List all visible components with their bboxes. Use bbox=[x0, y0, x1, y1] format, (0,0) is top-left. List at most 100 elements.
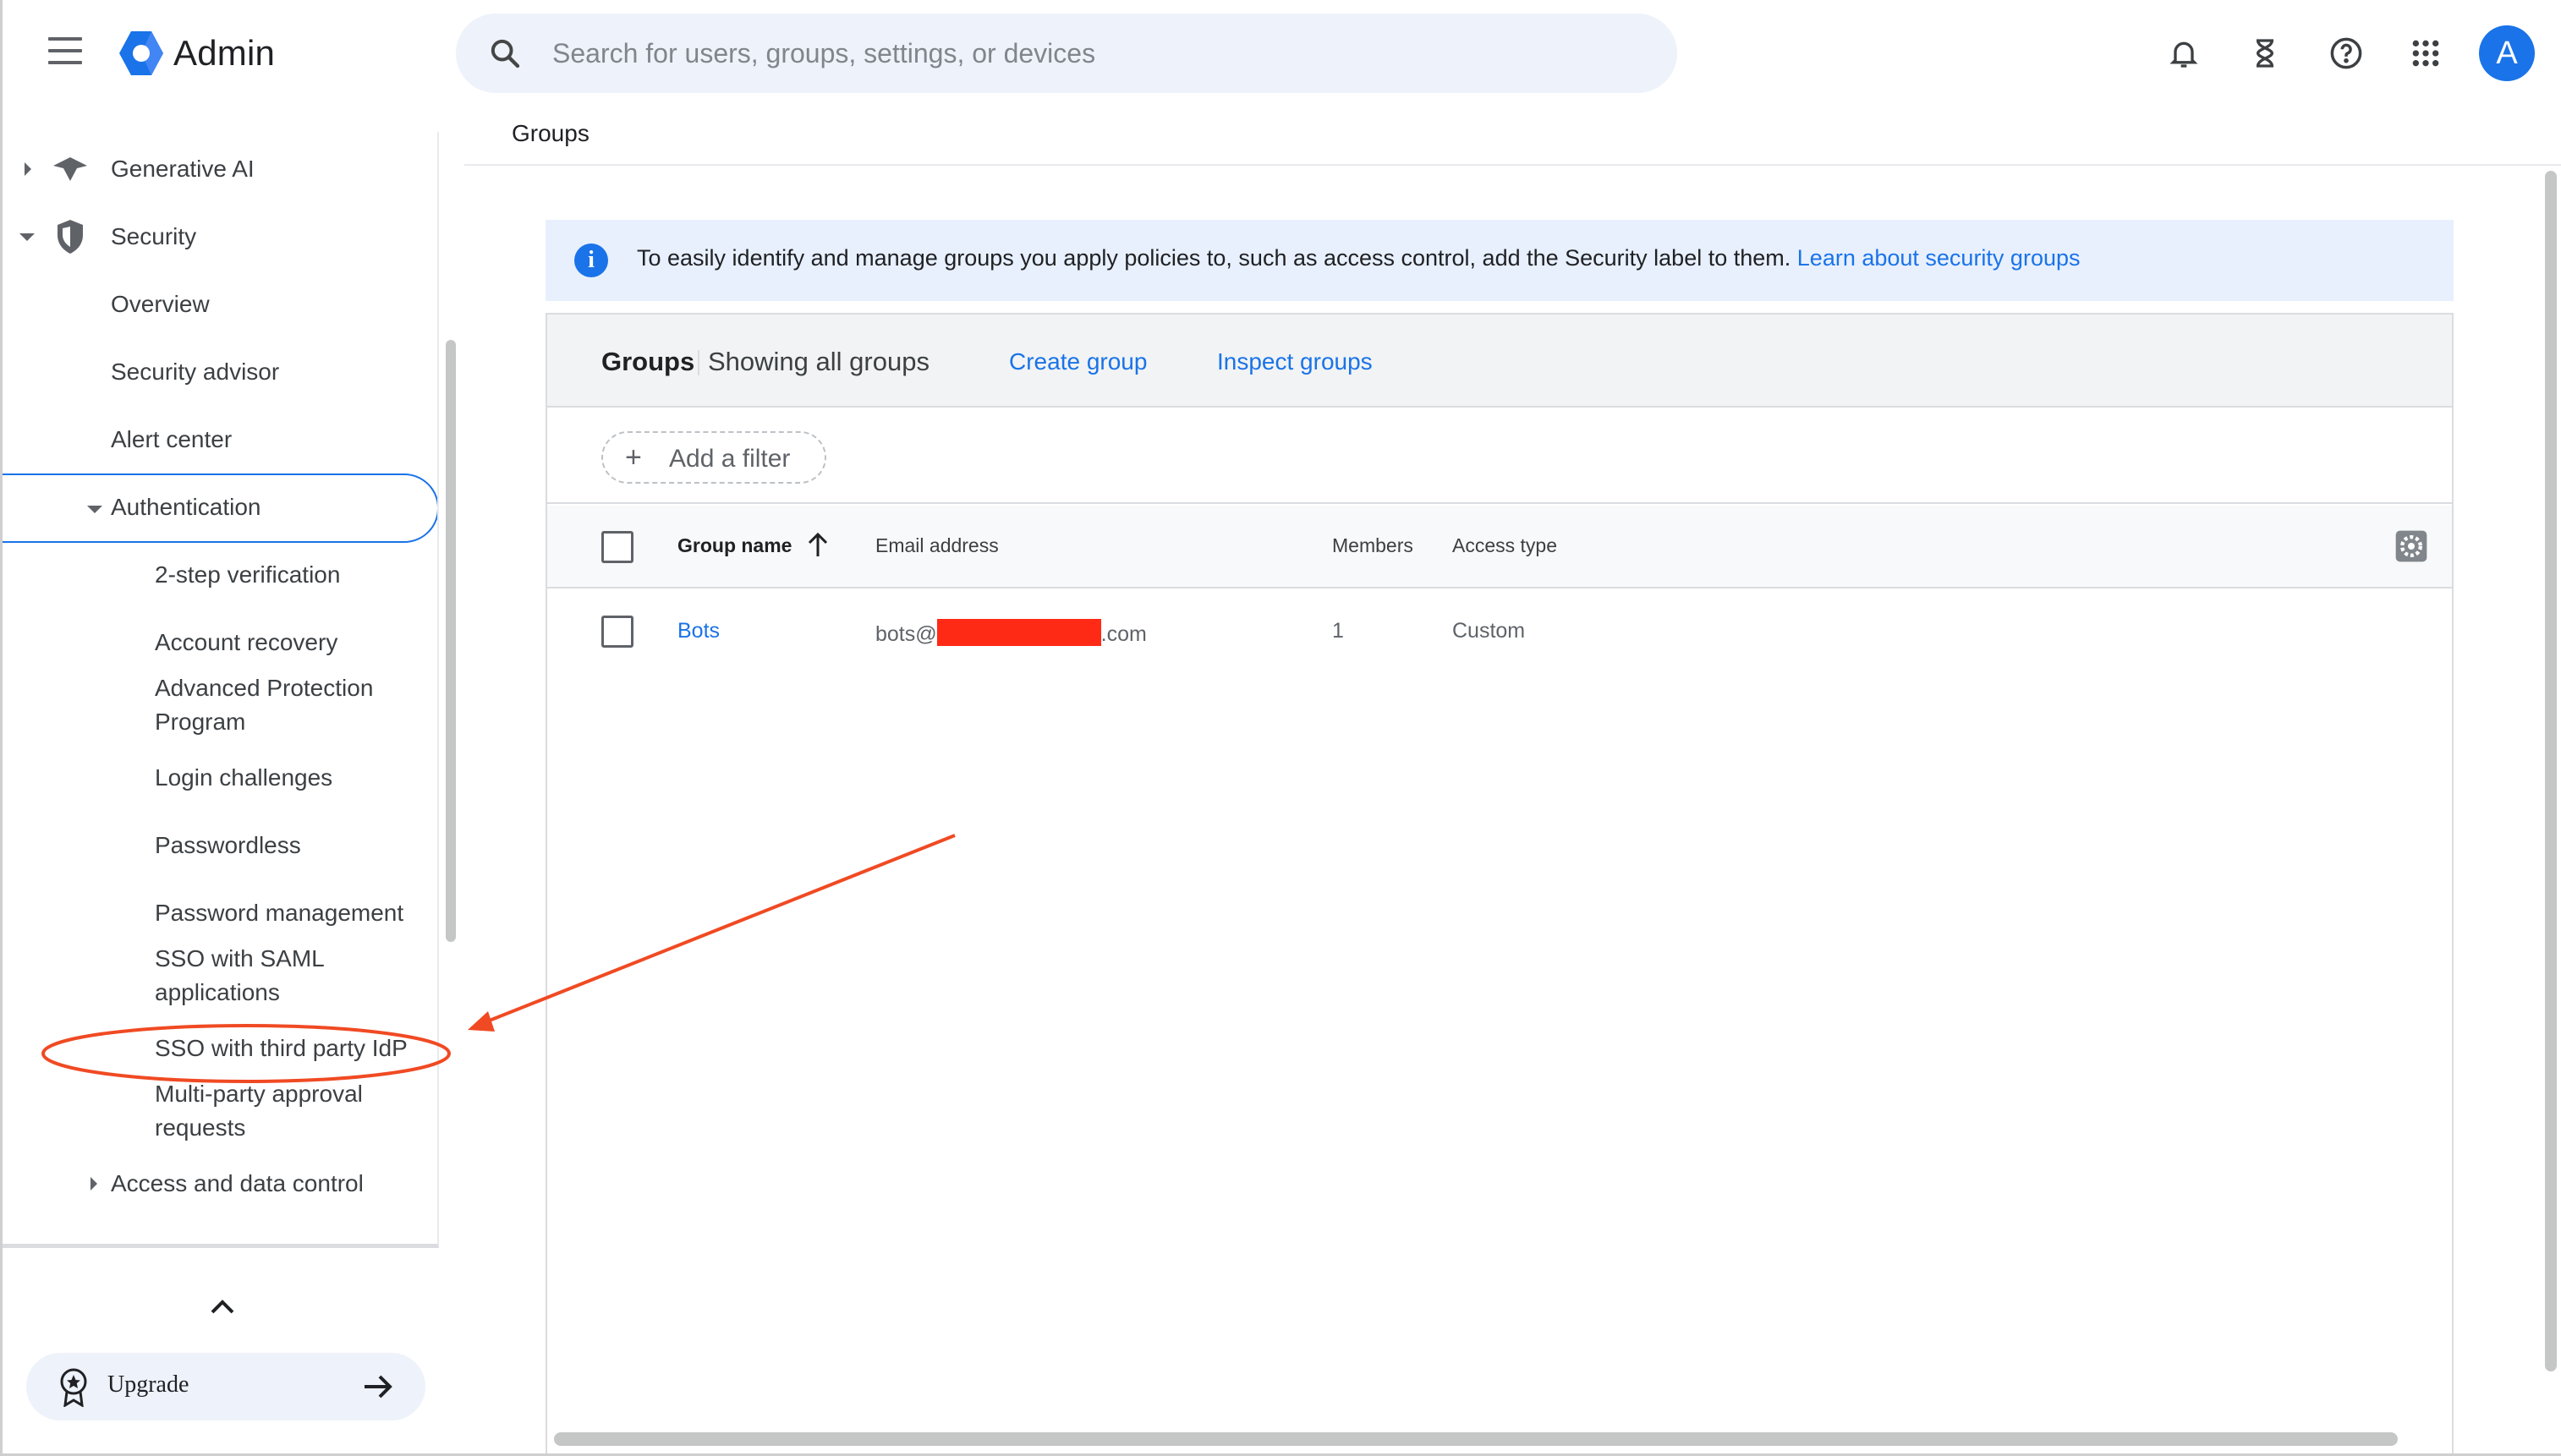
sidebar-item-label: Alert center bbox=[111, 426, 233, 452]
account-avatar[interactable]: A bbox=[2479, 25, 2535, 81]
info-icon: i bbox=[574, 244, 608, 277]
award-icon bbox=[60, 1368, 87, 1407]
banner-text: To easily identify and manage groups you… bbox=[637, 245, 1797, 271]
inspect-groups-link[interactable]: Inspect groups bbox=[1217, 348, 1373, 375]
chevron-up-icon[interactable] bbox=[206, 1290, 239, 1324]
email-suffix: .com bbox=[1100, 622, 1147, 646]
sidebar-item-alert-center[interactable]: Alert center bbox=[3, 406, 437, 473]
collapse-caret-icon[interactable] bbox=[19, 233, 35, 241]
upgrade-button[interactable]: Upgrade bbox=[26, 1353, 425, 1420]
sidebar-item-sso-third-party-idp[interactable]: SSO with third party IdP bbox=[3, 1015, 437, 1082]
search-bar[interactable] bbox=[456, 14, 1677, 93]
help-icon[interactable] bbox=[2322, 29, 2371, 78]
hourglass-icon[interactable] bbox=[2240, 29, 2290, 78]
sidebar-scrollbar[interactable] bbox=[446, 340, 456, 942]
card-title: Groups bbox=[601, 347, 695, 376]
sidebar-item-access-data-control[interactable]: Access and data control bbox=[3, 1150, 437, 1218]
main-scrollbar-thumb[interactable] bbox=[2545, 171, 2557, 1371]
main-content: Groups i To easily identify and manage g… bbox=[464, 107, 2561, 1453]
sidebar-item-label: Security advisor bbox=[111, 359, 280, 385]
column-header-group-name[interactable]: Group name bbox=[677, 534, 792, 557]
sidebar-item-label: Multi-party approval bbox=[155, 1081, 363, 1107]
sidebar-item-label: Account recovery bbox=[155, 629, 338, 655]
column-header-email[interactable]: Email address bbox=[875, 534, 999, 557]
sidebar-item-label: Passwordless bbox=[155, 832, 301, 858]
expand-caret-icon[interactable] bbox=[25, 162, 31, 176]
select-all-checkbox[interactable] bbox=[601, 531, 633, 563]
banner-message: To easily identify and manage groups you… bbox=[637, 245, 2081, 271]
shield-icon bbox=[58, 220, 83, 254]
sidebar-item-label: applications bbox=[155, 979, 280, 1005]
sidebar-item-label: Advanced Protection bbox=[155, 675, 374, 701]
notifications-bell-icon[interactable] bbox=[2159, 29, 2208, 78]
sidebar-item-label: Password management bbox=[155, 900, 404, 926]
add-filter-label: Add a filter bbox=[669, 445, 791, 473]
sidebar-item-label: Access and data control bbox=[111, 1170, 364, 1196]
sidebar-item-label: Authentication bbox=[111, 494, 261, 520]
expand-caret-icon[interactable] bbox=[90, 1177, 97, 1191]
sidebar-item-label: Overview bbox=[111, 291, 210, 317]
groups-card-header: Groups Showing all groups Create group I… bbox=[547, 315, 2452, 408]
group-access-type: Custom bbox=[1452, 619, 1526, 643]
sidebar-item-multi-party-approval[interactable]: Multi-party approval requests bbox=[3, 1077, 437, 1147]
add-filter-button[interactable]: + Add a filter bbox=[601, 431, 826, 484]
admin-logo-icon bbox=[119, 31, 163, 75]
sidebar: Generative AI Security Overview Security… bbox=[3, 107, 464, 1453]
sidebar-item-label: requests bbox=[155, 1114, 246, 1141]
search-icon[interactable] bbox=[488, 36, 522, 70]
search-input[interactable] bbox=[552, 30, 1643, 76]
email-prefix: bots@ bbox=[875, 622, 937, 646]
card-subtitle: Showing all groups bbox=[708, 347, 930, 376]
column-header-access-type[interactable]: Access type bbox=[1452, 534, 1557, 557]
learn-security-groups-link[interactable]: Learn about security groups bbox=[1797, 245, 2081, 271]
sidebar-item-account-recovery[interactable]: Account recovery bbox=[3, 609, 437, 676]
sidebar-item-password-management[interactable]: Password management bbox=[3, 879, 437, 947]
gear-icon[interactable] bbox=[2394, 529, 2428, 563]
upgrade-label: Upgrade bbox=[107, 1371, 189, 1398]
sidebar-item-passwordless[interactable]: Passwordless bbox=[3, 812, 437, 879]
table-row[interactable]: Bots bots@ .com 1 Custom bbox=[547, 590, 2452, 673]
info-banner: i To easily identify and manage groups y… bbox=[546, 220, 2454, 301]
sidebar-item-advanced-protection[interactable]: Advanced Protection Program bbox=[3, 671, 437, 741]
sidebar-item-label: Generative AI bbox=[111, 156, 255, 182]
sidebar-item-generative-ai[interactable]: Generative AI bbox=[3, 135, 437, 203]
top-bar: Admin Search for users, groups, settings… bbox=[3, 0, 2561, 107]
generative-ai-icon bbox=[53, 157, 87, 181]
row-checkbox[interactable] bbox=[601, 616, 633, 648]
app-name: Admin bbox=[173, 33, 276, 73]
sidebar-item-security[interactable]: Security bbox=[3, 203, 437, 271]
admin-brand[interactable]: Admin bbox=[114, 24, 275, 83]
sidebar-item-security-advisor[interactable]: Security advisor bbox=[3, 338, 437, 406]
sidebar-item-label: SSO with third party IdP bbox=[155, 1035, 408, 1061]
redaction-bar bbox=[936, 619, 1101, 646]
horizontal-scrollbar-thumb[interactable] bbox=[554, 1432, 2398, 1446]
horizontal-scrollbar[interactable] bbox=[547, 1424, 2452, 1453]
sidebar-nav[interactable]: Generative AI Security Overview Security… bbox=[3, 132, 439, 1248]
sidebar-item-sso-saml[interactable]: SSO with SAML applications bbox=[3, 942, 437, 1011]
app-window: Admin Search for users, groups, settings… bbox=[0, 0, 2561, 1456]
sort-ascending-icon[interactable] bbox=[806, 531, 830, 560]
page-header: Groups bbox=[464, 107, 2561, 166]
filter-bar: + Add a filter bbox=[547, 409, 2452, 504]
sidebar-item-label: SSO with SAML bbox=[155, 945, 325, 972]
avatar-letter: A bbox=[2496, 35, 2518, 71]
table-header: Group name Email address Members Access … bbox=[547, 506, 2452, 588]
sidebar-item-label: 2-step verification bbox=[155, 561, 341, 588]
sidebar-item-label: Security bbox=[111, 223, 197, 249]
plus-icon: + bbox=[625, 441, 642, 473]
sidebar-item-2-step-verification[interactable]: 2-step verification bbox=[3, 541, 437, 609]
sidebar-item-overview[interactable]: Overview bbox=[3, 271, 437, 338]
group-name-link[interactable]: Bots bbox=[677, 619, 720, 643]
sidebar-item-login-challenges[interactable]: Login challenges bbox=[3, 744, 437, 812]
apps-grid-icon[interactable] bbox=[2401, 29, 2450, 78]
column-header-members[interactable]: Members bbox=[1332, 534, 1413, 557]
collapse-caret-icon[interactable] bbox=[87, 506, 102, 513]
group-members-count: 1 bbox=[1332, 619, 1344, 643]
groups-card: Groups Showing all groups Create group I… bbox=[546, 313, 2454, 1453]
main-scrollbar[interactable] bbox=[2542, 166, 2560, 1453]
title-divider bbox=[698, 350, 699, 375]
create-group-link[interactable]: Create group bbox=[1009, 348, 1147, 375]
sidebar-item-authentication[interactable]: Authentication bbox=[3, 473, 437, 541]
main-menu-icon[interactable] bbox=[48, 37, 82, 68]
page-title: Groups bbox=[512, 120, 590, 146]
